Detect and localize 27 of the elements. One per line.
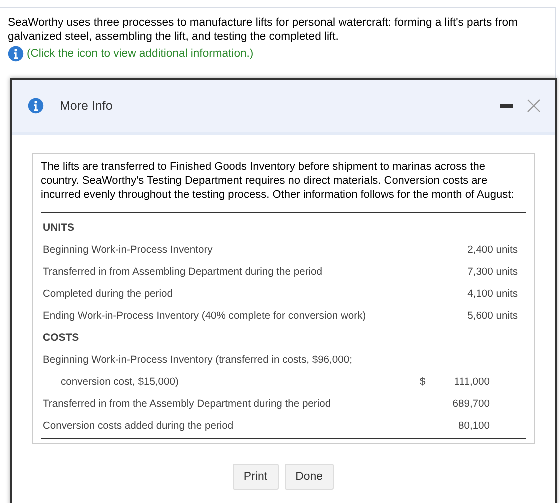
row-label: Transferred in from Assembling Department during the period <box>43 266 322 278</box>
section-heading: UNITS <box>43 222 74 234</box>
dialog-title: More Info <box>60 99 114 113</box>
close-icon[interactable] <box>527 99 541 113</box>
cost-value: 111,000 <box>453 376 491 388</box>
info-icon[interactable] <box>28 98 44 114</box>
question-text: SeaWorthy uses three processes to manufacture lifts for personal watercraft: forming a lift's parts from galvanized steel, assembling the lift, and testing the completed lift. <box>8 16 519 44</box>
section-heading: COSTS <box>43 332 80 344</box>
units-value: 4,100 units <box>466 288 519 300</box>
row-label: Conversion costs added during the period <box>43 420 234 432</box>
units-value: 7,300 units <box>466 266 519 278</box>
row-label: conversion cost, $15,000) <box>61 376 179 388</box>
units-value: 5,600 units <box>466 310 519 322</box>
cost-value: 80,100 <box>458 420 491 432</box>
row-label: Transferred in from the Assembly Department during the period <box>43 398 332 410</box>
dialog-button[interactable]: Done <box>284 464 334 490</box>
row-label: Ending Work-in-Process Inventory (40% complete for conversion work) <box>43 310 366 322</box>
row-label: Beginning Work-in-Process Inventory <box>43 244 213 256</box>
info-hint: (Click the icon to view additional information.) <box>27 48 254 60</box>
info-icon[interactable] <box>8 46 24 62</box>
row-label: Beginning Work-in-Process Inventory (transferred in costs, $96,000; <box>43 354 352 366</box>
currency-symbol: $ <box>420 376 426 388</box>
info-description: The lifts are transferred to Finished Goods Inventory before shipment to marinas across the country. SeaWorthy's Testing Department requires no direct materials. Conversion costs are incurred evenly throughout the testing process. Other information follows for the month of August: <box>41 160 516 202</box>
units-value: 2,400 units <box>466 244 519 256</box>
dialog-button[interactable]: Print <box>232 464 279 490</box>
cost-value: 689,700 <box>452 398 491 410</box>
row-label: Completed during the period <box>43 288 173 300</box>
